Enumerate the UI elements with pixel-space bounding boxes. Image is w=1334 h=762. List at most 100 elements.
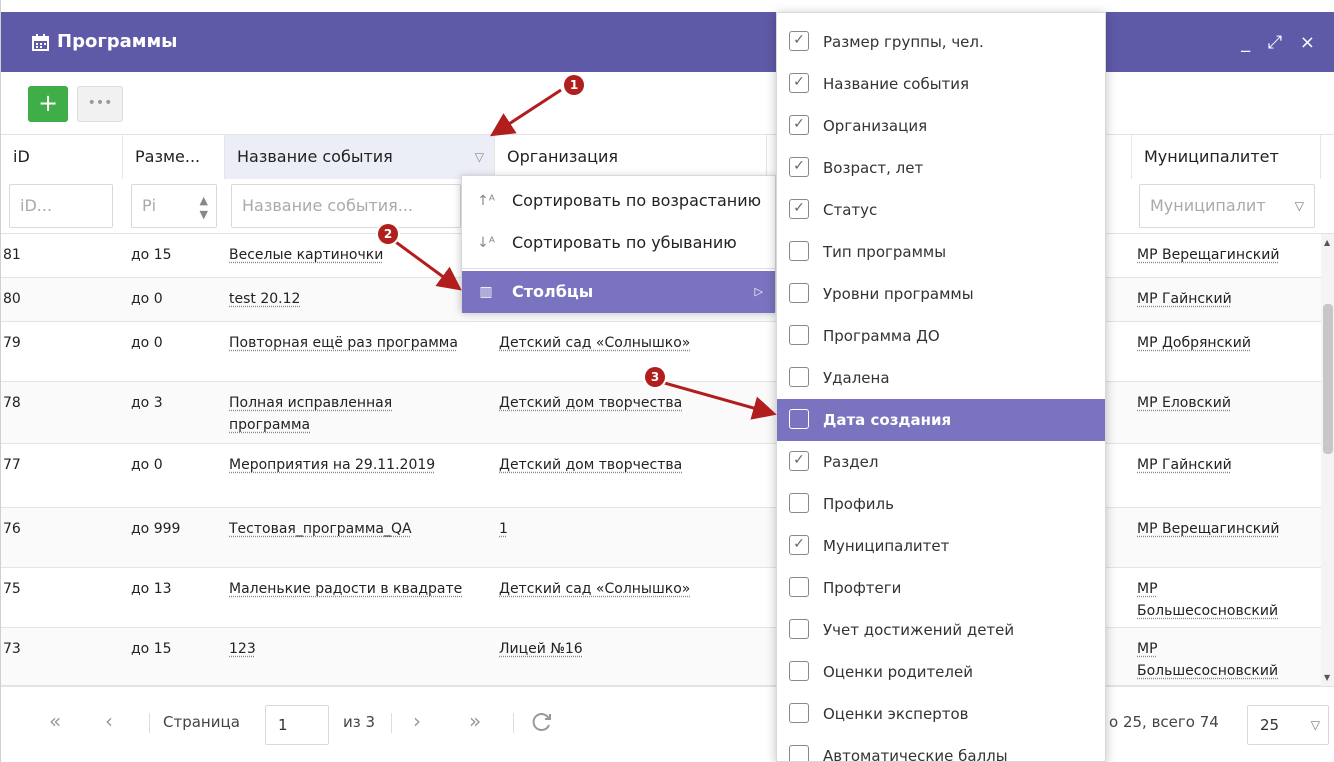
checkbox-unchecked-icon[interactable]: [789, 325, 809, 345]
table-row[interactable]: 77 до 0 Мероприятия на 29.11.2019 Детски…: [1, 444, 1334, 508]
column-toggle-item[interactable]: Учет достижений детей: [777, 609, 1105, 651]
grid-scrollbar[interactable]: ▲ ▼: [1321, 234, 1334, 686]
checkbox-checked-icon[interactable]: ✓: [789, 31, 809, 51]
checkbox-unchecked-icon[interactable]: [789, 367, 809, 387]
cell-municipality[interactable]: МР Добрянский: [1137, 332, 1251, 354]
cell-organization[interactable]: Детский дом творчества: [499, 392, 682, 414]
menu-item-sort-asc[interactable]: ↑ᴬ Сортировать по возрастанию: [462, 180, 775, 222]
scroll-up-icon[interactable]: ▲: [1324, 238, 1330, 247]
window-controls[interactable]: _ ⤢ ×: [1241, 32, 1321, 53]
cell-organization[interactable]: Детский дом творчества: [499, 454, 682, 476]
column-header-id[interactable]: iD: [1, 135, 123, 179]
cell-municipality[interactable]: МР Еловский: [1137, 392, 1231, 414]
column-toggle-item[interactable]: Тип программы: [777, 231, 1105, 273]
spinner-icon[interactable]: ▲ ▼: [200, 185, 208, 222]
checkbox-unchecked-icon[interactable]: [789, 241, 809, 261]
cell-id: 75: [3, 581, 21, 597]
cell-municipality[interactable]: МР Гайнский: [1137, 288, 1232, 310]
cell-name[interactable]: Повторная ещё раз программа: [229, 332, 458, 354]
page-number-input[interactable]: 1: [265, 705, 329, 745]
checkbox-unchecked-icon[interactable]: [789, 493, 809, 513]
checkbox-unchecked-icon[interactable]: [789, 703, 809, 723]
column-toggle-item[interactable]: Автоматические баллы: [777, 735, 1105, 762]
cell-name[interactable]: Мероприятия на 29.11.2019: [229, 454, 435, 476]
columns-icon: ▥: [479, 284, 493, 300]
more-button[interactable]: •••: [77, 86, 123, 122]
refresh-icon[interactable]: [531, 711, 553, 733]
filter-size-input[interactable]: Рі ▲ ▼: [131, 184, 217, 228]
checkbox-checked-icon[interactable]: ✓: [789, 157, 809, 177]
cell-organization[interactable]: Лицей №16: [499, 638, 583, 660]
column-header-org[interactable]: Организация: [495, 135, 767, 179]
column-toggle-item[interactable]: Профтеги: [777, 567, 1105, 609]
next-page-icon[interactable]: ›: [413, 709, 421, 733]
checkbox-checked-icon[interactable]: ✓: [789, 535, 809, 555]
checkbox-checked-icon[interactable]: ✓: [789, 451, 809, 471]
column-header-name[interactable]: Название события ▽: [225, 135, 495, 179]
column-toggle-item[interactable]: Уровни программы: [777, 273, 1105, 315]
checkbox-unchecked-icon[interactable]: [789, 577, 809, 597]
checkbox-checked-icon[interactable]: ✓: [789, 199, 809, 219]
prev-page-icon[interactable]: ‹: [105, 709, 113, 733]
column-toggle-item[interactable]: Дата создания: [777, 399, 1105, 441]
checkbox-unchecked-icon[interactable]: [789, 745, 809, 761]
column-header-municipality[interactable]: Муниципалитет: [1131, 135, 1321, 179]
table-row[interactable]: 76 до 999 Тестовая_программа_QA 1 МР Вер…: [1, 508, 1334, 568]
cell-municipality[interactable]: МР Верещагинский: [1137, 518, 1279, 540]
cell-municipality[interactable]: МР Большесосновский: [1137, 578, 1297, 622]
scrollbar-thumb[interactable]: [1323, 304, 1333, 454]
cell-name[interactable]: 123: [229, 638, 256, 660]
column-toggle-item[interactable]: Оценки экспертов: [777, 693, 1105, 735]
cell-organization[interactable]: Детский сад «Солнышко»: [499, 578, 690, 600]
column-toggle-item[interactable]: ✓ Статус: [777, 189, 1105, 231]
checkbox-checked-icon[interactable]: ✓: [789, 115, 809, 135]
filter-placeholder: Название события...: [242, 196, 414, 215]
last-page-icon[interactable]: »: [469, 709, 481, 733]
cell-municipality[interactable]: МР Гайнский: [1137, 454, 1232, 476]
table-row[interactable]: 73 до 15 123 Лицей №16 МР Большесосновск…: [1, 628, 1334, 686]
first-page-icon[interactable]: «: [49, 709, 61, 733]
cell-name[interactable]: Маленькие радости в квадрате: [229, 578, 462, 600]
filter-name-input[interactable]: Название события...: [231, 184, 461, 228]
table-row[interactable]: 78 до 3 Полная исправленная программа Де…: [1, 382, 1334, 444]
checkbox-checked-icon[interactable]: ✓: [789, 73, 809, 93]
page-size-select[interactable]: 25 ▽: [1247, 705, 1329, 745]
cell-name[interactable]: Тестовая_программа_QA: [229, 518, 412, 540]
menu-item-columns[interactable]: ▥ Столбцы ▷: [462, 271, 775, 313]
column-toggle-item[interactable]: Программа ДО: [777, 315, 1105, 357]
checkbox-unchecked-icon[interactable]: [789, 661, 809, 681]
cell-size: до 999: [131, 521, 181, 537]
cell-organization[interactable]: Детский сад «Солнышко»: [499, 332, 690, 354]
table-row[interactable]: 79 до 0 Повторная ещё раз программа Детс…: [1, 322, 1334, 382]
cell-size: до 13: [131, 581, 172, 597]
checkbox-unchecked-icon[interactable]: [789, 409, 809, 429]
column-toggle-item[interactable]: ✓ Организация: [777, 105, 1105, 147]
checkbox-unchecked-icon[interactable]: [789, 619, 809, 639]
calendar-icon: [32, 34, 49, 51]
filter-municipality-select[interactable]: Муниципалит ▽: [1139, 184, 1315, 228]
filter-id-input[interactable]: iD...: [9, 184, 113, 228]
column-toggle-item[interactable]: Профиль: [777, 483, 1105, 525]
checkbox-unchecked-icon[interactable]: [789, 283, 809, 303]
cell-organization[interactable]: 1: [499, 518, 508, 540]
column-menu-trigger-icon[interactable]: ▽: [475, 135, 484, 179]
cell-municipality[interactable]: МР Большесосновский: [1137, 638, 1297, 682]
column-toggle-item[interactable]: ✓ Название события: [777, 63, 1105, 105]
cell-name[interactable]: Полная исправленная программа: [229, 392, 469, 436]
column-toggle-item[interactable]: Удалена: [777, 357, 1105, 399]
cell-name[interactable]: Веселые картиночки: [229, 244, 383, 266]
cell-name[interactable]: test 20.12: [229, 288, 300, 310]
add-button[interactable]: +: [28, 86, 68, 122]
column-toggle-item[interactable]: ✓ Муниципалитет: [777, 525, 1105, 567]
column-toggle-label: Профтеги: [823, 579, 902, 597]
column-toggle-label: Автоматические баллы: [823, 747, 1008, 762]
column-toggle-item[interactable]: ✓ Раздел: [777, 441, 1105, 483]
table-row[interactable]: 75 до 13 Маленькие радости в квадрате Де…: [1, 568, 1334, 628]
cell-municipality[interactable]: МР Верещагинский: [1137, 244, 1279, 266]
column-toggle-item[interactable]: ✓ Возраст, лет: [777, 147, 1105, 189]
column-toggle-item[interactable]: ✓ Размер группы, чел.: [777, 21, 1105, 63]
column-header-size[interactable]: Разме...: [123, 135, 225, 179]
scroll-down-icon[interactable]: ▼: [1324, 673, 1330, 682]
column-toggle-item[interactable]: Оценки родителей: [777, 651, 1105, 693]
menu-item-sort-desc[interactable]: ↓ᴬ Сортировать по убыванию: [462, 222, 775, 264]
